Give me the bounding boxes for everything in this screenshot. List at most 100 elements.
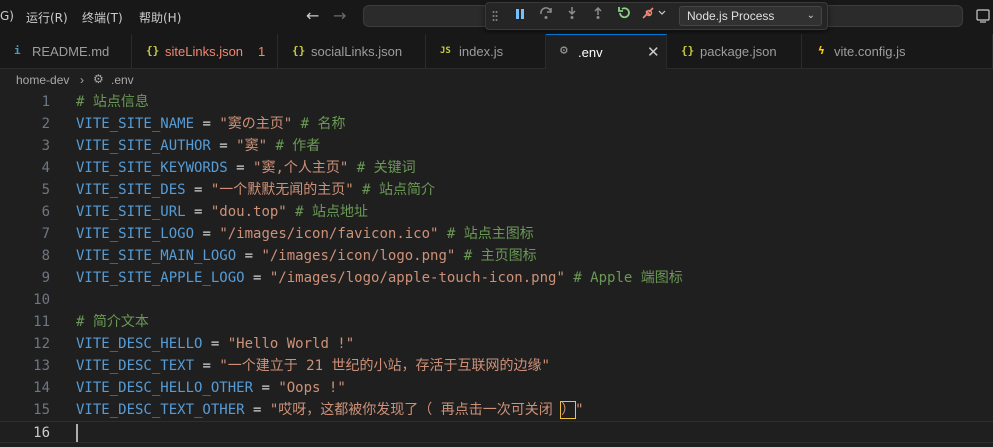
debug-toolbar: Node.js Process ⌄ [485, 2, 828, 30]
tab-package-json[interactable]: {} package.json [667, 34, 802, 69]
env-key-token: VITE_SITE_APPLE_LOGO [76, 270, 245, 286]
line-number: 3 [41, 138, 50, 154]
line-number: 15 [33, 402, 50, 418]
tab-label: socialLinks.json [311, 44, 403, 59]
account-icon[interactable] [975, 8, 991, 24]
breadcrumb-folder[interactable]: home-dev [16, 73, 69, 87]
code-line[interactable]: 15 VITE_DESC_TEXT_OTHER = "哎呀，这都被你发现了（ 再点… [0, 399, 993, 421]
string-token: "Oops !" [278, 380, 346, 396]
line-number: 2 [41, 116, 50, 132]
comment-token: # 关键词 [348, 160, 416, 176]
breadcrumb-file[interactable]: .env [111, 73, 134, 87]
forward-arrow-icon[interactable]: → [333, 6, 346, 25]
restart-icon[interactable] [614, 6, 634, 26]
line-number: 16 [33, 425, 50, 441]
operator-token: = [185, 204, 211, 220]
string-token: "Hello World !" [227, 336, 355, 352]
step-over-icon[interactable] [536, 6, 556, 26]
code-text: VITE_SITE_MAIN_LOGO = "/images/icon/logo… [76, 245, 537, 267]
comment-token: # 主页图标 [455, 248, 537, 264]
string-token: ） [560, 401, 577, 419]
code-line[interactable]: 12 VITE_DESC_HELLO = "Hello World !" [0, 333, 993, 355]
tab-label: .env [578, 45, 603, 60]
chevron-right-icon: › [80, 73, 84, 87]
debug-session-select[interactable]: Node.js Process ⌄ [679, 6, 822, 26]
back-arrow-icon[interactable]: ← [306, 6, 319, 25]
string-token: "/images/icon/logo.png" [261, 248, 456, 264]
env-key-token: VITE_SITE_URL [76, 204, 186, 220]
code-text: VITE_DESC_HELLO_OTHER = "Oops !" [76, 377, 346, 399]
tab-sociallinks[interactable]: {} socialLinks.json [278, 34, 426, 69]
comment-token: # 站点地址 [286, 204, 369, 220]
code-text: VITE_SITE_KEYWORDS = "窦,个人主页" # 关键词 [76, 157, 416, 179]
line-number: 4 [41, 160, 50, 176]
comment-token: # 名称 [292, 116, 346, 132]
string-token: "一个建立于 21 世纪的小站，存活于互联网的边缘" [219, 358, 550, 374]
code-line[interactable]: 14 VITE_DESC_HELLO_OTHER = "Oops !" [0, 377, 993, 399]
js-icon: JS [440, 46, 451, 56]
code-line[interactable]: 13 VITE_DESC_TEXT = "一个建立于 21 世纪的小站，存活于互联… [0, 355, 993, 377]
operator-token: = [194, 358, 220, 374]
code-text: VITE_DESC_TEXT = "一个建立于 21 世纪的小站，存活于互联网的… [76, 355, 550, 377]
close-icon[interactable]: ✕ [647, 43, 660, 61]
line-number: 12 [33, 336, 50, 352]
env-key-token: VITE_SITE_KEYWORDS [76, 160, 228, 176]
menu-item-selection[interactable]: G) [0, 9, 14, 23]
step-into-icon[interactable] [562, 6, 582, 26]
code-text: VITE_DESC_HELLO = "Hello World !" [76, 333, 354, 355]
code-line[interactable]: 7 VITE_SITE_LOGO = "/images/icon/favicon.… [0, 223, 993, 245]
drag-handle-icon[interactable] [492, 10, 498, 22]
operator-token: = [227, 160, 254, 176]
env-key-token: VITE_SITE_MAIN_LOGO [76, 248, 237, 264]
tab-index-js[interactable]: JS index.js [426, 34, 546, 69]
code-line[interactable]: 2 VITE_SITE_NAME = "窦の主页" # 名称 [0, 113, 993, 135]
line-number: 11 [33, 314, 50, 330]
operator-token: = [210, 138, 237, 154]
code-line[interactable]: 8 VITE_SITE_MAIN_LOGO = "/images/icon/log… [0, 245, 993, 267]
string-token: "窦,个人主页" [253, 160, 349, 176]
code-line[interactable]: 16 [0, 421, 993, 443]
string-token: "窦の主页" [219, 116, 293, 132]
code-line[interactable]: 5 VITE_SITE_DES = "一个默默无闻的主页" # 站点简介 [0, 179, 993, 201]
code-line[interactable]: 3 VITE_SITE_AUTHOR = "窦" # 作者 [0, 135, 993, 157]
comment-token: # 站点简介 [353, 182, 436, 198]
code-text: # 简介文本 [76, 311, 149, 333]
menu-item-help[interactable]: 帮助(H) [139, 9, 181, 26]
string-token: "dou.top" [210, 204, 287, 220]
tab-env[interactable]: ⚙ .env ✕ [546, 34, 667, 70]
operator-token: = [194, 116, 220, 132]
code-line[interactable]: 10 [0, 289, 993, 311]
editor-tab-bar: i README.md {} siteLinks.json 1 {} socia… [0, 34, 993, 70]
code-editor[interactable]: 1 # 站点信息 2 VITE_SITE_NAME = "窦の主页" # 名称 3 VIT… [0, 91, 993, 447]
pause-icon[interactable] [510, 6, 530, 26]
env-key-token: VITE_SITE_NAME [76, 116, 195, 132]
gear-icon: ⚙ [93, 72, 104, 86]
string-token: "哎呀，这都被你发现了（ 再点击一次可关闭 [269, 402, 562, 418]
vite-icon: ϟ [818, 44, 825, 57]
env-key-token: VITE_DESC_HELLO [76, 336, 203, 352]
debug-session-label: Node.js Process [687, 9, 775, 23]
info-icon: i [14, 44, 21, 57]
code-line[interactable]: 1 # 站点信息 [0, 91, 993, 113]
code-line[interactable]: 6 VITE_SITE_URL = "dou.top" # 站点地址 [0, 201, 993, 223]
menu-item-run[interactable]: 运行(R) [26, 9, 68, 26]
code-text: VITE_SITE_APPLE_LOGO = "/images/logo/app… [76, 267, 683, 289]
string-token: "/images/icon/favicon.ico" [219, 226, 439, 242]
disconnect-icon[interactable] [639, 6, 669, 26]
comment-token: # 站点信息 [76, 94, 149, 110]
code-line[interactable]: 4 VITE_SITE_KEYWORDS = "窦,个人主页" # 关键词 [0, 157, 993, 179]
tab-readme[interactable]: i README.md [0, 34, 132, 69]
tab-vite-config[interactable]: ϟ vite.config.js [802, 34, 993, 69]
line-number: 9 [41, 270, 50, 286]
string-token: "一个默默无闻的主页" [210, 182, 354, 198]
code-line[interactable]: 9 VITE_SITE_APPLE_LOGO = "/images/logo/ap… [0, 267, 993, 289]
line-number: 6 [41, 204, 50, 220]
code-line[interactable]: 11 # 简介文本 [0, 311, 993, 333]
menu-item-terminal[interactable]: 终端(T) [82, 9, 123, 26]
env-key-token: VITE_DESC_TEXT [76, 358, 195, 374]
json-icon: {} [292, 44, 306, 57]
tab-sitelinks[interactable]: {} siteLinks.json 1 [132, 34, 278, 69]
step-out-icon[interactable] [588, 6, 608, 26]
code-text: # 站点信息 [76, 91, 149, 113]
tab-label: README.md [32, 44, 110, 59]
